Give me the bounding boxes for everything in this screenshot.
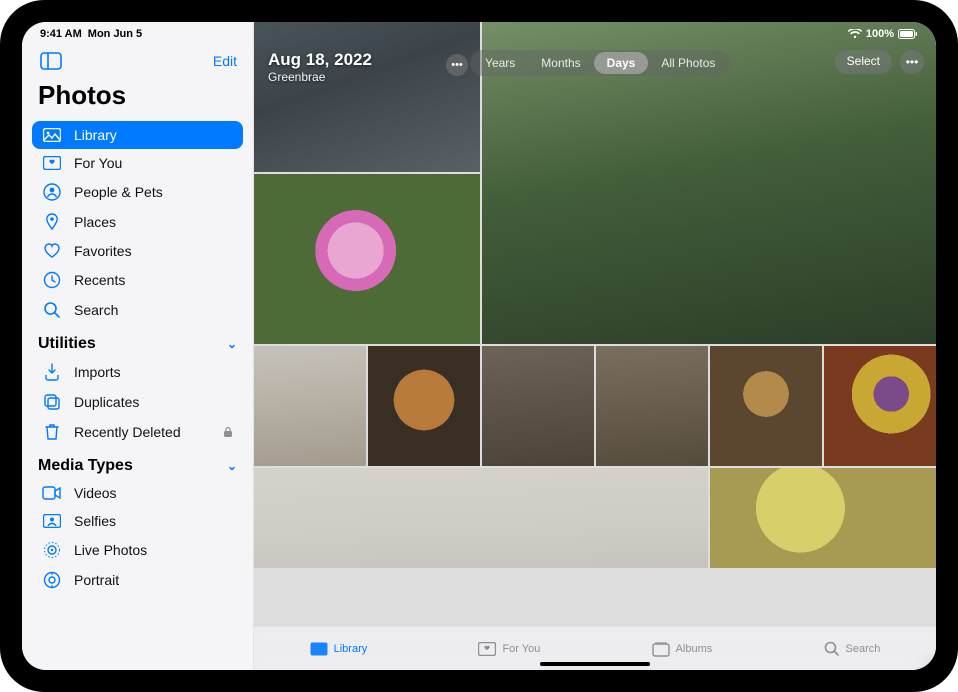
sidebar-item-label: Recents [74,272,125,288]
sidebar-item-label: People & Pets [74,184,163,200]
chevron-down-icon: ⌄ [227,459,237,473]
search-icon [42,301,62,319]
tab-search[interactable]: Search [824,641,881,657]
status-date: Mon Jun 5 [88,28,142,40]
trash-icon [42,423,62,441]
sidebar: Edit Photos Library For You [22,22,254,670]
sidebar-item-label: Live Photos [74,542,147,558]
sidebar-item-favorites[interactable]: Favorites [32,237,243,265]
grid-header: Aug 18, 2022 Greenbrae [268,50,372,84]
sidebar-item-portrait[interactable]: Portrait [32,565,243,595]
section-header-utilities[interactable]: Utilities ⌄ [32,325,243,357]
sidebar-item-label: Portrait [74,572,119,588]
sidebar-item-label: Library [74,127,117,143]
sidebar-item-label: Search [74,302,118,318]
search-icon [824,641,840,657]
sidebar-item-duplicates[interactable]: Duplicates [32,387,243,417]
heart-icon [42,243,62,259]
photo-thumbnail[interactable] [368,346,480,466]
sidebar-item-people-pets[interactable]: People & Pets [32,177,243,207]
sidebar-item-label: Places [74,214,116,230]
view-mode-months[interactable]: Months [528,52,593,74]
status-bar: 9:41 AM Mon Jun 5 100% [22,22,936,42]
photo-library-icon [42,128,62,142]
view-mode-days[interactable]: Days [594,52,649,74]
video-icon [42,486,62,500]
view-mode-years[interactable]: Years [472,52,528,74]
edit-button[interactable]: Edit [213,53,237,69]
photo-thumbnail[interactable] [254,468,708,568]
places-icon [42,213,62,231]
sidebar-item-label: Videos [74,485,117,501]
select-button[interactable]: Select [835,50,892,74]
section-title: Utilities [38,335,96,353]
photo-thumbnail[interactable] [254,346,366,466]
sidebar-item-live-photos[interactable]: Live Photos [32,535,243,565]
tab-albums[interactable]: Albums [652,641,713,657]
sidebar-toggle-button[interactable] [38,50,64,72]
view-mode-all-photos[interactable]: All Photos [648,52,728,74]
more-button[interactable]: ••• [446,54,468,76]
lock-icon [223,426,233,438]
photo-thumbnail[interactable] [482,346,594,466]
photo-thumbnail[interactable] [596,346,708,466]
sidebar-item-label: Recently Deleted [74,424,181,440]
photo-thumbnail[interactable] [254,22,480,172]
photo-grid [254,22,936,670]
for-you-icon [478,642,496,656]
section-header-media-types[interactable]: Media Types ⌄ [32,447,243,479]
home-indicator[interactable] [540,662,650,666]
chevron-down-icon: ⌄ [227,337,237,351]
sidebar-item-label: Selfies [74,513,116,529]
sidebar-item-for-you[interactable]: For You [32,149,243,177]
app-title: Photos [32,80,243,121]
clock-icon [42,271,62,289]
selfie-icon [42,514,62,528]
tab-library[interactable]: Library [310,642,368,656]
photo-library-icon [310,642,328,656]
photo-thumbnail[interactable] [710,346,822,466]
main-content: Aug 18, 2022 Greenbrae ••• Years Months … [254,22,936,670]
photo-thumbnail[interactable] [710,468,936,568]
tab-label: Search [846,643,881,655]
sidebar-item-videos[interactable]: Videos [32,479,243,507]
albums-icon [652,641,670,657]
sidebar-item-label: Imports [74,364,121,380]
status-time: 9:41 AM [40,28,82,40]
tab-label: For You [502,643,540,655]
view-mode-segmented: Years Months Days All Photos [470,50,730,76]
sidebar-item-library[interactable]: Library [32,121,243,149]
grid-location: Greenbrae [268,70,372,84]
photo-thumbnail[interactable] [254,174,480,344]
sidebar-item-label: For You [74,155,122,171]
photo-thumbnail[interactable] [824,346,936,466]
sidebar-item-imports[interactable]: Imports [32,357,243,387]
battery-icon [898,29,918,39]
sidebar-item-recently-deleted[interactable]: Recently Deleted [32,417,243,447]
for-you-icon [42,156,62,170]
live-photo-icon [42,541,62,559]
grid-date: Aug 18, 2022 [268,50,372,70]
sidebar-item-search[interactable]: Search [32,295,243,325]
import-icon [42,363,62,381]
sidebar-item-selfies[interactable]: Selfies [32,507,243,535]
wifi-icon [848,29,862,39]
tab-for-you[interactable]: For You [478,642,540,656]
duplicates-icon [42,393,62,411]
sidebar-item-label: Duplicates [74,394,139,410]
tab-label: Albums [676,643,713,655]
sidebar-item-recents[interactable]: Recents [32,265,243,295]
people-icon [42,183,62,201]
section-title: Media Types [38,457,133,475]
tab-label: Library [334,643,368,655]
sidebar-item-places[interactable]: Places [32,207,243,237]
portrait-icon [42,571,62,589]
sidebar-item-label: Favorites [74,243,132,259]
more-options-button[interactable]: ••• [900,50,924,74]
battery-pct: 100% [866,28,894,40]
